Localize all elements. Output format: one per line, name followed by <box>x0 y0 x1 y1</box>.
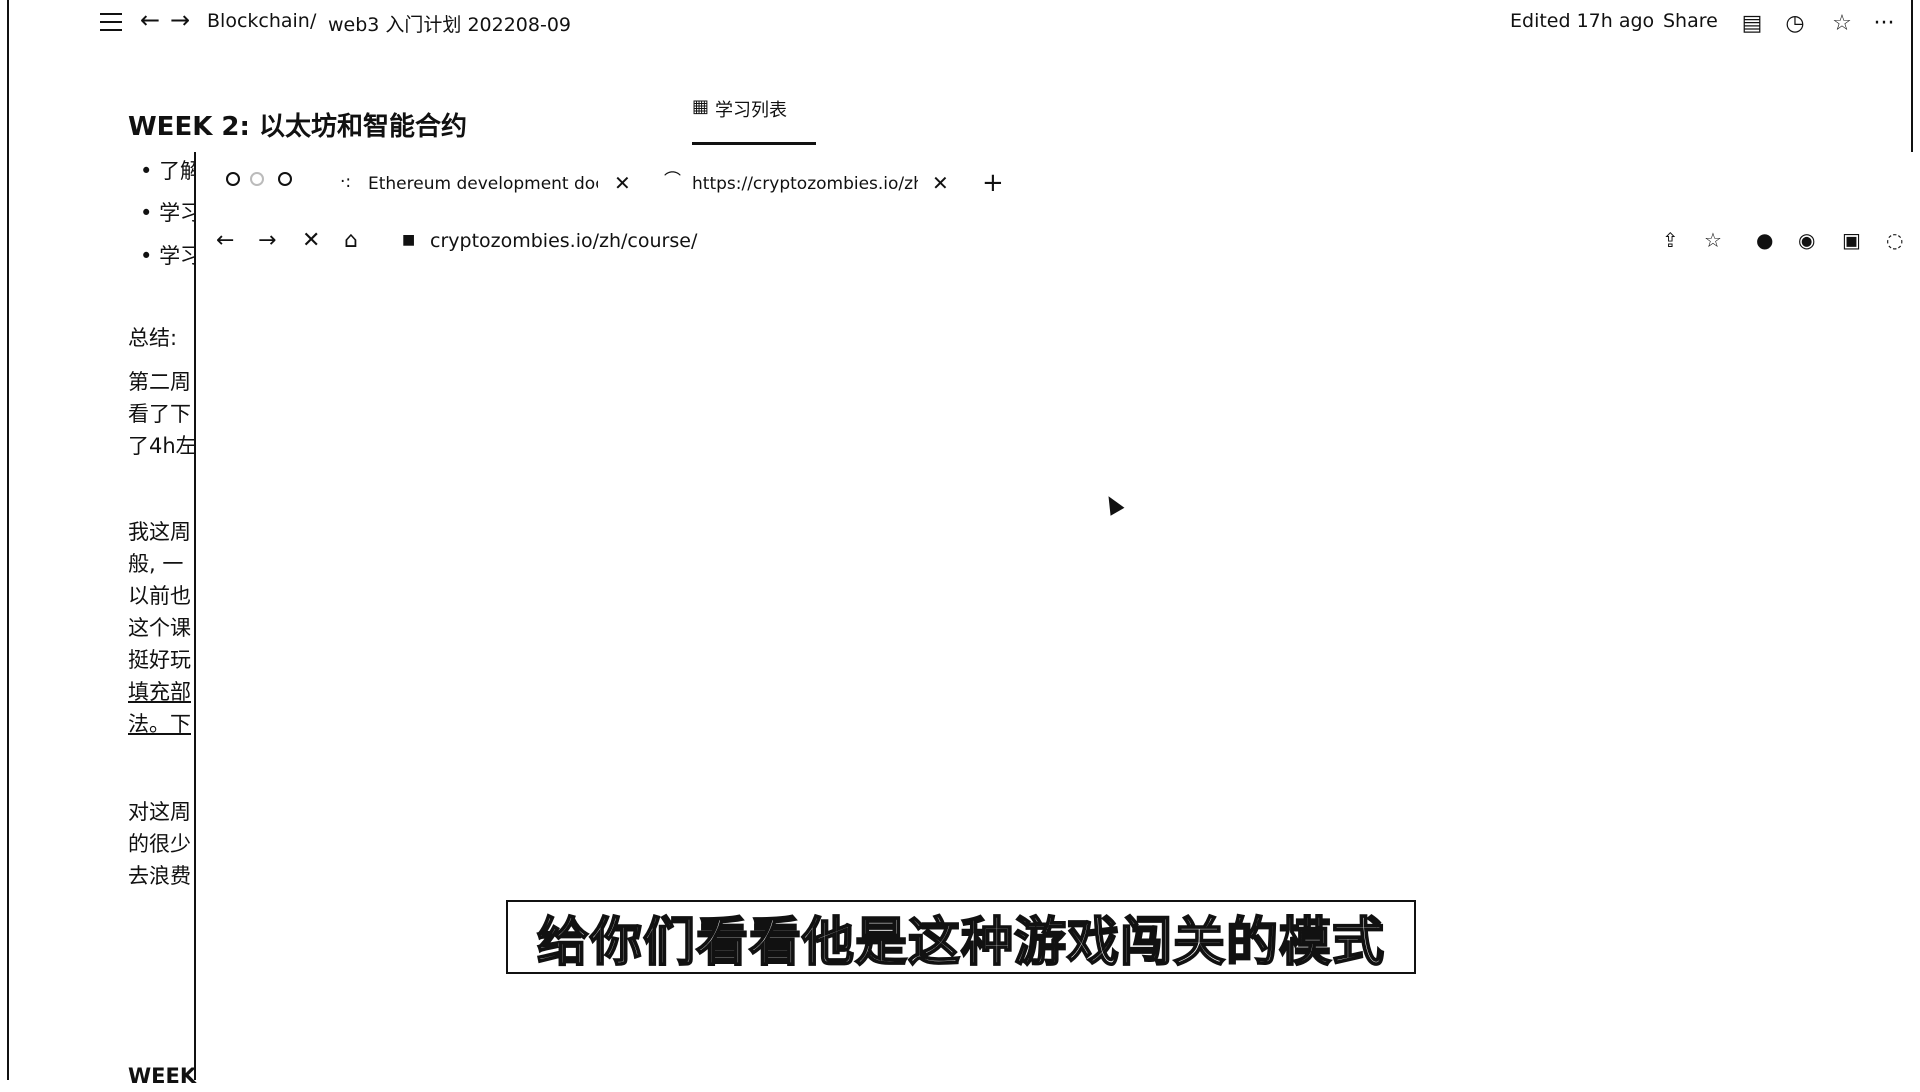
forward-icon[interactable]: → <box>170 8 190 32</box>
paragraph-3: 对这周 的很少 去浪费 <box>128 800 191 888</box>
forward-icon[interactable]: → <box>258 228 276 253</box>
table-icon: ▦ <box>692 96 710 117</box>
star-icon[interactable]: ☆ <box>1828 9 1856 37</box>
lock-icon: ■ <box>402 232 416 248</box>
summary-label: 总结: <box>128 326 178 350</box>
list-item: • 学习 <box>140 244 202 268</box>
list-item: • 了解 <box>140 159 202 183</box>
close-icon[interactable]: ✕ <box>302 228 320 253</box>
home-icon[interactable]: ⌂ <box>344 228 358 253</box>
extension-icon[interactable]: ◌ <box>1886 228 1903 252</box>
window-minimize-control[interactable] <box>250 172 264 186</box>
list-item: • 学习 <box>140 201 202 225</box>
tab-strip: ·: Ethereum development docum ✕ ⌒ https:… <box>196 152 1920 216</box>
paragraph-2: 我这周 般, 一以前也 这个课 挺好玩 填充部 法。下 <box>128 520 191 736</box>
breadcrumb-root[interactable]: Blockchain <box>207 10 310 32</box>
extension-icon[interactable]: ◉ <box>1798 228 1815 252</box>
extension-icon[interactable]: ▣ <box>1842 228 1861 252</box>
plus-icon[interactable]: + <box>982 168 1004 198</box>
close-icon[interactable]: ✕ <box>614 171 631 195</box>
view-tab-study-list[interactable]: ▦ 学习列表 <box>692 96 816 145</box>
window-close-control[interactable] <box>226 172 240 186</box>
close-icon[interactable]: ✕ <box>932 171 949 195</box>
history-icon[interactable]: ◷ <box>1781 9 1809 37</box>
tab-cryptozombies[interactable]: https://cryptozombies.io/zh/cc <box>692 174 918 194</box>
bookmark-icon[interactable]: ☆ <box>1704 228 1722 252</box>
edited-status: Edited 17h ago <box>1510 10 1655 32</box>
share-icon[interactable]: ⇪ <box>1662 228 1679 252</box>
back-icon[interactable]: ← <box>216 228 234 253</box>
address-bar-row: ← → ✕ ⌂ ■ cryptozombies.io/zh/course/ ⇪ … <box>196 216 1920 268</box>
video-subtitle: 给你们看看他是这种游戏闯关的模式 <box>506 900 1416 974</box>
url-field[interactable]: cryptozombies.io/zh/course/ <box>430 230 697 252</box>
page-heading: WEEK 2: 以太坊和智能合约 <box>128 112 467 142</box>
tab-favicon: ·: <box>340 172 352 192</box>
paragraph-1: 第二周 看了下 了4h左 <box>128 370 197 458</box>
comment-icon[interactable]: ▤ <box>1738 9 1766 37</box>
view-tab-label: 学习列表 <box>715 100 788 121</box>
notion-topbar: ← → Blockchain / web3 入门计划 202208-09 Edi… <box>0 0 1920 46</box>
menu-icon[interactable] <box>100 13 122 31</box>
breadcrumb-page[interactable]: web3 入门计划 202208-09 <box>328 10 571 37</box>
back-icon[interactable]: ← <box>140 8 160 32</box>
extension-icon[interactable]: ● <box>1756 228 1773 252</box>
breadcrumb-separator: / <box>310 10 317 32</box>
window-zoom-control[interactable] <box>278 172 292 186</box>
tab-ethereum-docs[interactable]: Ethereum development docum <box>368 174 598 194</box>
next-week-heading: WEEK <box>128 1064 197 1088</box>
more-icon[interactable]: ··· <box>1870 9 1898 37</box>
share-button[interactable]: Share <box>1663 10 1718 32</box>
tab-favicon: ⌒ <box>664 171 681 191</box>
